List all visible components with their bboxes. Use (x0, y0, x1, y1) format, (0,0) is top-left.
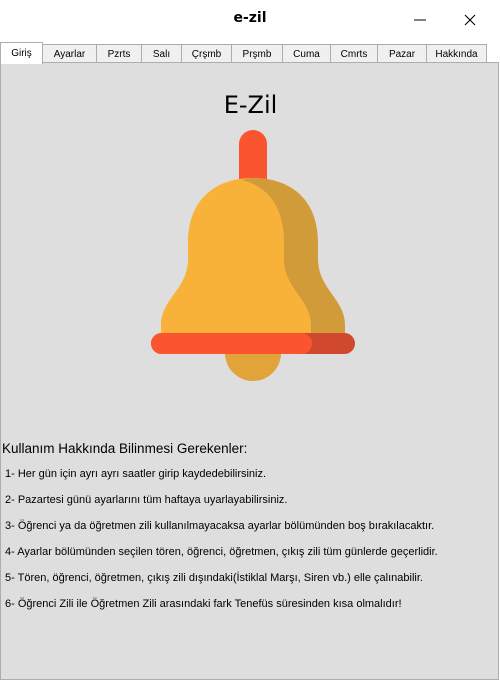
tab-crsmb[interactable]: Çrşmb (181, 44, 232, 63)
info-item-2: 2- Pazartesi günü ayarlarını tüm haftaya… (5, 494, 288, 506)
tab-pzrts[interactable]: Pzrts (96, 44, 142, 63)
close-button[interactable] (447, 0, 493, 40)
info-item-1: 1- Her gün için ayrı ayrı saatler girip … (5, 468, 267, 480)
info-item-4: 4- Ayarlar bölümünden seçilen tören, öğr… (5, 546, 438, 558)
minimize-button[interactable] (397, 0, 443, 40)
tab-prsmb[interactable]: Prşmb (231, 44, 283, 63)
usage-heading: Kullanım Hakkında Bilinmesi Gerekenler: (2, 441, 248, 456)
close-icon (464, 14, 476, 26)
info-item-5: 5- Tören, öğrenci, öğretmen, çıkış zili … (5, 572, 423, 584)
tab-cmrts[interactable]: Cmrts (330, 44, 378, 63)
tab-sali[interactable]: Salı (141, 44, 182, 63)
info-item-6: 6- Öğrenci Zili ile Öğretmen Zili arasın… (5, 598, 402, 610)
app-title: E-Zil (223, 91, 278, 119)
title-bar: e-zil (0, 0, 500, 40)
tab-ayarlar[interactable]: Ayarlar (42, 44, 97, 63)
tab-giris[interactable]: Giriş (0, 42, 43, 64)
tab-panel-giris: E-Zil Kullanım Hakkında Bilinmesi Gereke… (0, 62, 499, 680)
bell-icon (151, 130, 355, 381)
tab-bar: Giriş Ayarlar Pzrts Salı Çrşmb Prşmb Cum… (0, 42, 500, 64)
tab-cuma[interactable]: Cuma (282, 44, 331, 63)
tab-pazar[interactable]: Pazar (377, 44, 427, 63)
tab-hakkinda[interactable]: Hakkında (426, 44, 487, 63)
minimize-icon (414, 19, 426, 21)
info-item-3: 3- Öğrenci ya da öğretmen zili kullanılm… (5, 520, 435, 532)
